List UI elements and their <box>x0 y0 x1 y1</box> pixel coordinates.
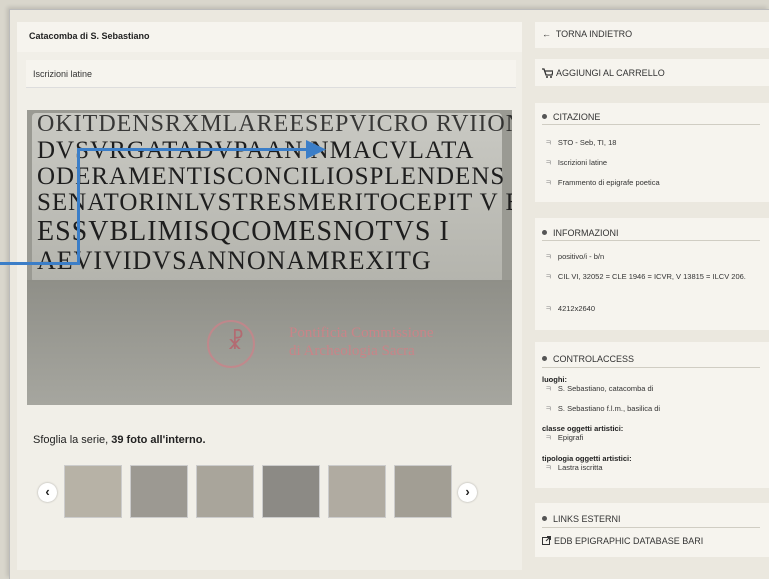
info-item-text: CIL VI, 32052 = CLE 1946 = ICVR, V 13815… <box>557 272 746 281</box>
arrow-left-icon: ← <box>542 29 551 39</box>
gallery-thumb[interactable] <box>262 465 320 518</box>
controlaccess-title-text: CONTROLACCESS <box>553 354 635 364</box>
gallery-caption: Sfoglia la serie, 39 foto all'interno. <box>33 434 206 446</box>
info-item: ㅋ 4212x2640 <box>545 304 596 313</box>
back-link[interactable]: ← TORNA INDIETRO <box>535 22 769 48</box>
add-to-cart-button[interactable]: AGGIUNGI AL CARRELLO <box>535 59 769 86</box>
gallery-count: 39 foto all'interno. <box>111 434 206 446</box>
watermark-line: Pontificia Commissione <box>289 325 434 341</box>
luoghi-item[interactable]: ㅋ S. Sebastiano, catacomba di <box>545 384 653 394</box>
luoghi-item[interactable]: ㅋ S. Sebastiano f.l.m., basilica di <box>545 404 660 414</box>
citazione-item-text: Iscrizioni latine <box>557 158 608 167</box>
inscription-photo[interactable]: OKITDENSRXMLAREESEPVICRO RVIION DVSVRGAT… <box>27 110 512 405</box>
info-item-text: positivo/i - b/n <box>557 252 605 261</box>
bullet-icon <box>542 230 547 235</box>
external-link-icon <box>542 536 551 545</box>
tipologia-item[interactable]: ㅋ Lastra iscritta <box>545 463 603 473</box>
citazione-item: ㅋ Iscrizioni latine <box>545 158 608 167</box>
gallery-next-button[interactable]: › <box>458 483 477 502</box>
informazioni-title: INFORMAZIONI <box>542 228 619 238</box>
info-item: ㅋ CIL VI, 32052 = CLE 1946 = ICVR, V 1381… <box>545 272 746 281</box>
arrowhead-icon <box>306 140 326 159</box>
citazione-item-text: Frammento di epigrafe poetica <box>557 178 660 187</box>
section-header: Iscrizioni latine <box>26 60 516 88</box>
tipologia-item-text: Lastra iscritta <box>557 463 603 472</box>
page-title: Catacomba di S. Sebastiano <box>29 31 150 41</box>
back-text: TORNA INDIETRO <box>555 29 633 39</box>
cart-icon <box>542 68 553 78</box>
watermark-line: di Archeologia Sacra <box>289 343 415 359</box>
bullet-icon <box>542 114 547 119</box>
inscription-line: ODERAMENTISCONCILIOSPLENDENS P <box>37 163 512 190</box>
info-item: ㅋ positivo/i - b/n <box>545 252 605 261</box>
informazioni-panel: INFORMAZIONI ㅋ positivo/i - b/n ㅋ CIL VI, … <box>535 218 769 330</box>
edb-link[interactable]: EDB EPIGRAPHIC DATABASE BARI <box>542 536 703 546</box>
gallery-caption-prefix: Sfoglia la serie, <box>33 434 112 446</box>
luoghi-item-text: S. Sebastiano f.l.m., basilica di <box>557 404 661 413</box>
classe-item-text: Epigrafi <box>557 433 584 442</box>
classe-label: classe oggetti artistici: <box>542 424 624 433</box>
controlaccess-title: CONTROLACCESS <box>542 354 634 364</box>
divider <box>542 367 760 368</box>
links-panel: LINKS ESTERNI EDB EPIGRAPHIC DATABASE BA… <box>535 503 769 557</box>
annotation-arrow <box>77 148 80 265</box>
page-title-bar: Catacomba di S. Sebastiano <box>17 22 522 52</box>
seal-watermark-icon: ☧ <box>207 320 255 368</box>
back-label: ← TORNA INDIETRO <box>542 29 632 39</box>
informazioni-title-text: INFORMAZIONI <box>553 228 619 238</box>
gallery-thumb[interactable] <box>196 465 254 518</box>
citazione-title: CITAZIONE <box>542 112 600 122</box>
links-title: LINKS ESTERNI <box>542 514 621 524</box>
gallery-thumb[interactable] <box>394 465 452 518</box>
annotation-arrow <box>77 148 309 151</box>
citazione-panel: CITAZIONE ㅋ STO - Seb, TI, 18 ㅋ Iscrizioni… <box>535 103 769 202</box>
citazione-item: ㅋ STO - Seb, TI, 18 <box>545 138 617 147</box>
photo-background <box>27 280 512 405</box>
divider <box>542 527 760 528</box>
section-title: Iscrizioni latine <box>33 69 93 79</box>
divider <box>542 240 760 241</box>
classe-item[interactable]: ㅋ Epigrafi <box>545 433 583 443</box>
divider <box>542 124 760 125</box>
inscription-line: SENATORINLVSTRESMERITOCEPIT V E <box>37 189 512 216</box>
gallery-thumb[interactable] <box>64 465 122 518</box>
inscription-line: ESSVBLIMISQCOMESNOTVS I <box>37 216 450 247</box>
gallery-thumb[interactable] <box>328 465 386 518</box>
gallery-thumb[interactable] <box>130 465 188 518</box>
bullet-icon <box>542 516 547 521</box>
edb-link-text: EDB EPIGRAPHIC DATABASE BARI <box>554 536 704 546</box>
controlaccess-panel: CONTROLACCESS luoghi: ㅋ S. Sebastiano, ca… <box>535 342 769 488</box>
citazione-item-text: STO - Seb, TI, 18 <box>557 138 617 147</box>
tipologia-label: tipologia oggetti artistici: <box>542 454 632 463</box>
info-item-text: 4212x2640 <box>557 304 596 313</box>
citazione-item: ㅋ Frammento di epigrafe poetica <box>545 178 660 187</box>
inscription-line: OKITDENSRXMLAREESEPVICRO RVIION <box>37 111 512 137</box>
cart-label: AGGIUNGI AL CARRELLO <box>556 68 665 78</box>
inscription-line: AEVIVIDVSANNONAMREXITG <box>37 246 432 275</box>
gallery-prev-button[interactable]: ‹ <box>38 483 57 502</box>
citazione-title-text: CITAZIONE <box>553 112 601 122</box>
annotation-arrow <box>0 262 80 265</box>
luoghi-label: luoghi: <box>542 375 567 384</box>
bullet-icon <box>542 356 547 361</box>
links-title-text: LINKS ESTERNI <box>553 514 621 524</box>
luoghi-item-text: S. Sebastiano, catacomba di <box>557 384 654 393</box>
